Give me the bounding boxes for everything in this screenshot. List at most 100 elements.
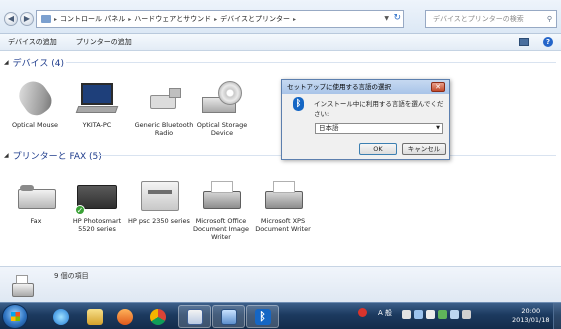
device-optical-storage[interactable]: Optical Storage Device [191,81,253,137]
taskbar: ᛒ A 般 20:00 2013/01/18 [0,302,561,329]
breadcrumb-hardware-sound[interactable]: ハードウェアとサウンド [134,14,211,24]
back-button[interactable]: ◀ [4,12,18,26]
taskbar-media-player-button[interactable] [108,305,141,328]
view-options-icon[interactable] [519,38,529,46]
bluetooth-adapter-icon [142,81,186,117]
security-icon[interactable] [438,310,447,319]
show-desktop-button[interactable] [553,303,561,329]
help-icon[interactable]: ? [543,37,553,47]
network-icon[interactable] [426,310,435,319]
volume-icon[interactable] [450,310,459,319]
breadcrumb-control-panel[interactable]: コントロール パネル [60,14,125,24]
printer-xps-writer[interactable]: Microsoft XPS Document Writer [252,177,314,233]
default-printer-check-icon: ✓ [75,205,85,215]
clock-time: 20:00 [521,307,541,315]
printer-icon: ✓ [75,177,119,215]
printer-label: HP psc 2350 series [128,217,190,225]
printer-icon [199,177,243,213]
device-optical-mouse[interactable]: Optical Mouse [4,76,66,129]
breadcrumb-arrow-icon[interactable]: ▸ [293,16,296,23]
taskbar-word-button[interactable] [178,305,211,328]
chevron-down-icon[interactable]: ▼ [436,124,440,133]
forward-button[interactable]: ▶ [20,12,34,26]
printer-hp-psc[interactable]: HP psc 2350 series [128,177,190,225]
command-bar: デバイスの追加 プリンターの追加 ? [0,34,561,51]
language-setup-dialog: セットアップに使用する言語の選択 ✕ ᛒ インストール中に利用する言語を選んでく… [281,79,450,160]
notification-icon[interactable] [358,308,367,317]
printer-icon [261,177,305,213]
dialog-message: インストール中に利用する言語を選んでください: [314,100,444,118]
refresh-icon[interactable]: ↻ [393,13,401,23]
breadcrumb-arrow-icon[interactable]: ▸ [54,16,57,23]
device-computer[interactable]: YKITA-PC [66,81,128,129]
control-panel-taskbar-icon [220,308,237,325]
address-dropdown-icon[interactable]: ▼ [384,15,389,22]
printer-hp-photosmart[interactable]: ✓ HP Photosmart 5520 series [66,177,128,233]
laptop-icon [75,81,119,117]
word-document-icon [186,308,203,325]
cancel-button[interactable]: キャンセル [402,143,446,155]
search-icon[interactable]: ⚲ [547,11,552,27]
printer-label: HP Photosmart 5520 series [72,217,122,233]
item-count: 9 個の項目 [54,272,89,280]
address-bar[interactable]: ▸ コントロール パネル ▸ ハードウェアとサウンド ▸ デバイスとプリンター … [36,10,404,28]
printers-section-header[interactable]: ◢ プリンターと FAX (5) [4,149,102,162]
dialog-title: セットアップに使用する言語の選択 [282,80,449,94]
fax-icon [14,177,58,213]
mouse-icon [13,76,57,120]
tray-icons [402,310,471,319]
printer-label: Microsoft Office Document Image Writer [192,217,250,241]
devices-section-title: デバイス (4) [12,59,64,69]
bluetooth-taskbar-icon: ᛒ [254,308,271,325]
printer-office-document-writer[interactable]: Microsoft Office Document Image Writer [190,177,252,241]
media-player-icon [116,308,133,325]
taskbar-chrome-button[interactable] [141,305,174,328]
printer-icon [137,177,181,213]
printers-section-title: プリンターと FAX (5) [12,152,102,162]
bluetooth-icon: ᛒ [293,97,304,111]
breadcrumb-arrow-icon[interactable]: ▸ [214,16,217,23]
printer-label: Microsoft XPS Document Writer [255,217,311,233]
breadcrumb-devices-printers[interactable]: デバイスとプリンター [220,14,290,24]
section-divider [66,62,556,63]
device-label: Optical Storage Device [196,121,248,137]
search-input[interactable]: デバイスとプリンターの検索 ⚲ [425,10,557,28]
device-bluetooth-radio[interactable]: Generic Bluetooth Radio [133,81,195,137]
ime-tools-icon[interactable] [402,310,411,319]
control-panel-icon [41,15,51,23]
taskbar-ie-button[interactable] [44,305,77,328]
devices-section-header[interactable]: ◢ デバイス (4) [4,56,64,69]
device-label: YKITA-PC [82,121,112,129]
taskbar-explorer-button[interactable] [78,305,111,328]
printer-fax[interactable]: Fax [5,177,67,225]
notification-tray [358,308,367,317]
collapse-triangle-icon[interactable]: ◢ [4,152,9,159]
add-printer-button[interactable]: プリンターの追加 [76,37,132,47]
clock-date: 2013/01/18 [512,316,550,324]
ime-mode-indicator[interactable]: A 般 [378,308,392,318]
taskbar-bluetooth-setup-button[interactable]: ᛒ [246,305,279,328]
printer-label: Fax [30,217,42,225]
action-center-icon[interactable] [462,310,471,319]
ok-button[interactable]: OK [359,143,397,155]
start-button[interactable] [2,304,28,329]
add-device-button[interactable]: デバイスの追加 [8,37,57,47]
details-pane: 9 個の項目 [0,266,561,302]
ime-pad-icon[interactable] [414,310,423,319]
collapse-triangle-icon[interactable]: ◢ [4,59,9,66]
chrome-icon [149,308,166,325]
device-label: Generic Bluetooth Radio [134,121,194,137]
language-select[interactable]: 日本語 ▼ [315,123,443,134]
device-label: Optical Mouse [11,121,59,129]
search-placeholder: デバイスとプリンターの検索 [433,15,524,23]
close-icon[interactable]: ✕ [431,82,445,92]
folder-icon [86,308,103,325]
devices-printers-icon [10,273,38,299]
taskbar-control-panel-button[interactable] [212,305,245,328]
optical-drive-icon [200,81,244,117]
address-bar-area: ◀ ▶ ▸ コントロール パネル ▸ ハードウェアとサウンド ▸ デバイスとプリ… [0,0,561,34]
internet-explorer-icon [52,308,69,325]
clock[interactable]: 20:00 2013/01/18 [512,307,549,325]
language-selected-value: 日本語 [319,124,339,132]
breadcrumb-arrow-icon[interactable]: ▸ [128,16,131,23]
